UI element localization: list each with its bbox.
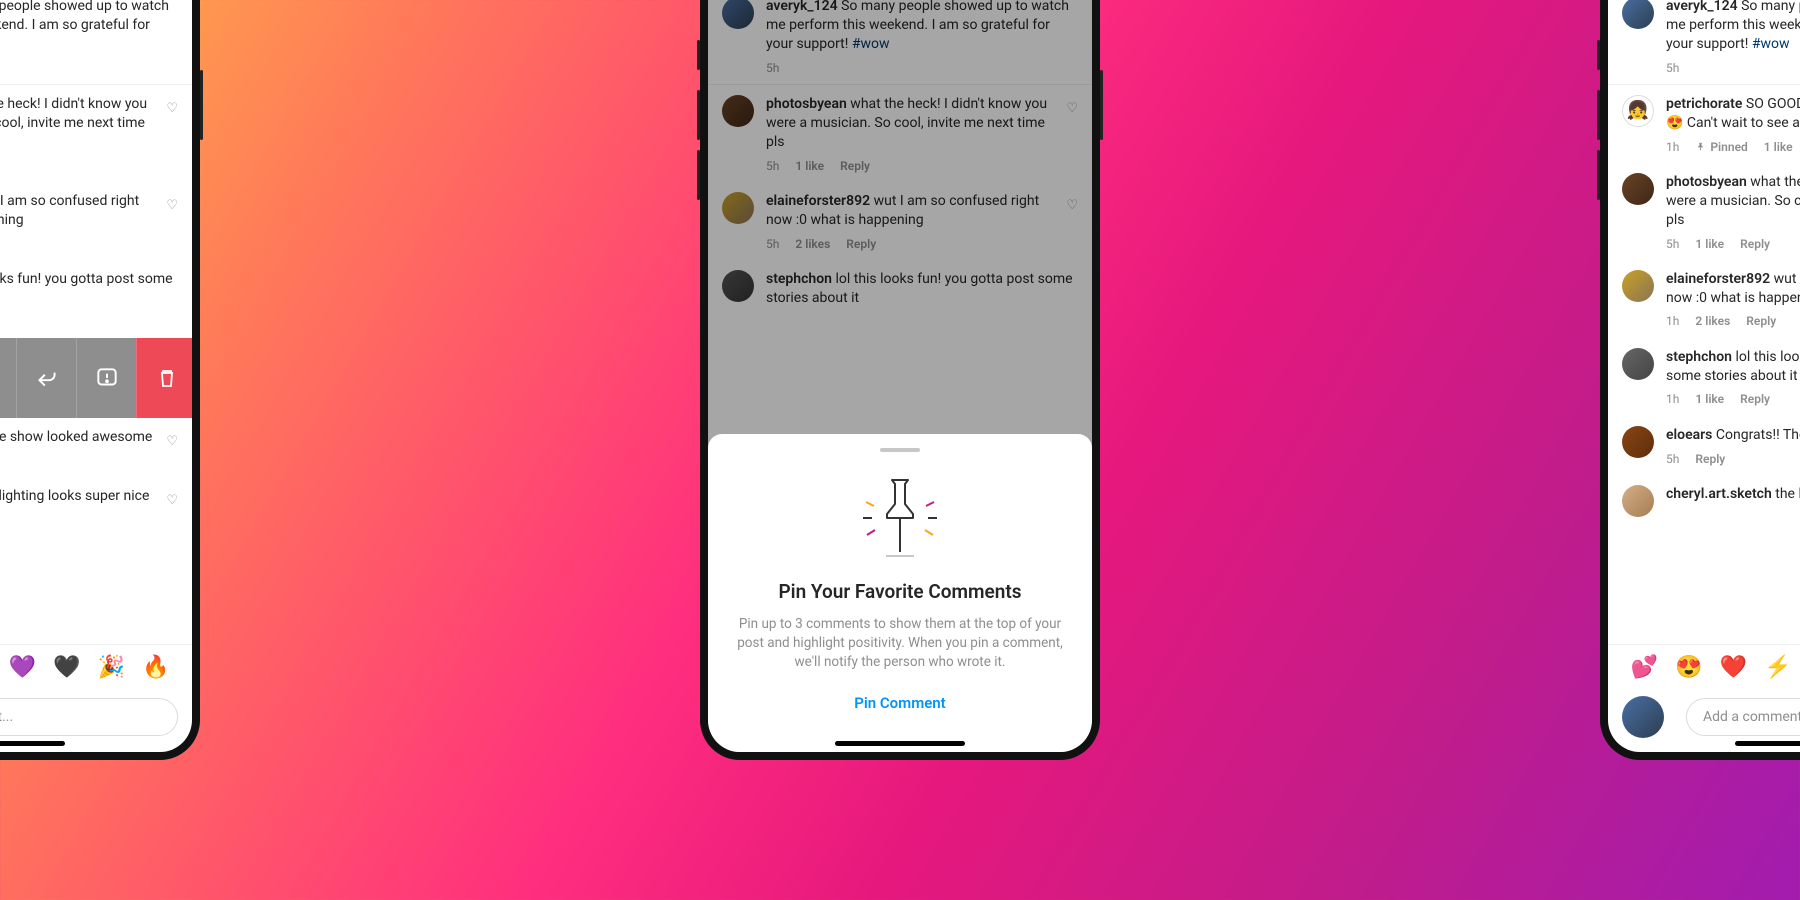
- comment-row[interactable]: eloears Congrats!! The show looked aweso…: [1608, 416, 1800, 475]
- emoji-shortcut[interactable]: 💜: [9, 655, 36, 680]
- avatar[interactable]: [1622, 485, 1654, 517]
- delete-action-icon[interactable]: [136, 338, 192, 418]
- comment-text: Congrats!! The show looked awesome: [0, 429, 152, 445]
- reply-action-icon[interactable]: [16, 338, 76, 418]
- emoji-shortcut[interactable]: 🖤: [53, 655, 80, 680]
- avatar[interactable]: [1622, 173, 1654, 205]
- comment-text: wut I am so confused right now :0 what i…: [0, 193, 139, 228]
- home-indicator[interactable]: [0, 741, 65, 746]
- reply-button[interactable]: Reply: [1740, 391, 1770, 407]
- comment-text: lol this looks fun! you gotta post some …: [0, 271, 173, 306]
- avatar[interactable]: [1622, 696, 1664, 738]
- comments-feed[interactable]: averyk_124 So many people showed up to w…: [0, 0, 192, 644]
- phone-mockup-2: ‹ Comments averyk_124 So many people sho…: [700, 0, 1100, 760]
- post-caption: averyk_124 So many people showed up to w…: [1608, 0, 1800, 85]
- comment-time: 1h: [1666, 139, 1679, 155]
- comment-likes[interactable]: 1 like: [1695, 236, 1724, 252]
- phone-mockup-1: ‹ Comments averyk_124 So many people sho…: [0, 0, 200, 760]
- avatar[interactable]: 👧: [1622, 95, 1654, 127]
- comment-username[interactable]: stephchon: [1666, 349, 1732, 365]
- avatar[interactable]: [1622, 426, 1654, 458]
- avatar[interactable]: [1622, 270, 1654, 302]
- comment-row[interactable]: stephchon lol this looks fun! you gotta …: [1608, 338, 1800, 416]
- caption-hashtag[interactable]: #wow: [1752, 36, 1790, 52]
- pinned-badge: Pinned: [1695, 139, 1747, 155]
- pin-comment-button[interactable]: Pin Comment: [732, 694, 1068, 712]
- comment-row[interactable]: cheryl.art.sketch the lighting looks sup…: [0, 477, 192, 527]
- comment-time: 5h: [1666, 236, 1679, 252]
- comment-row-swiped[interactable]: any props show ♡: [0, 338, 192, 418]
- caption-username[interactable]: averyk_124: [1666, 0, 1738, 14]
- pin-comment-sheet: Pin Your Favorite Comments Pin up to 3 c…: [708, 434, 1092, 752]
- emoji-shortcut-bar: 💕 😍 ❤️ ⚡ 💜 🖤 🎉 🔥: [0, 644, 192, 688]
- pin-action-icon[interactable]: [0, 338, 16, 418]
- post-caption: averyk_124 So many people showed up to w…: [0, 0, 192, 85]
- comment-time: 1h: [1666, 391, 1679, 407]
- emoji-shortcut[interactable]: ⚡: [1764, 655, 1791, 680]
- comment-row[interactable]: eloears Congrats!! The show looked aweso…: [0, 418, 192, 477]
- home-indicator[interactable]: [835, 741, 965, 746]
- like-icon[interactable]: ♡: [166, 198, 178, 213]
- comment-username[interactable]: petrichorate: [1666, 96, 1742, 112]
- reply-button[interactable]: Reply: [1746, 313, 1776, 329]
- like-icon[interactable]: ♡: [166, 493, 178, 508]
- phone-mockup-3: ‹ Comments averyk_124 So many people sho…: [1600, 0, 1800, 760]
- emoji-shortcut[interactable]: 😍: [1675, 655, 1702, 680]
- sheet-title: Pin Your Favorite Comments: [732, 580, 1068, 603]
- sheet-body: Pin up to 3 comments to show them at the…: [732, 615, 1068, 672]
- reply-button[interactable]: Reply: [1695, 451, 1725, 467]
- comment-username[interactable]: eloears: [1666, 427, 1712, 443]
- emoji-shortcut[interactable]: 🔥: [142, 655, 169, 680]
- comment-text: what the heck! I didn't know you were a …: [0, 96, 147, 150]
- comment-time: 1h: [1666, 313, 1679, 329]
- report-action-icon[interactable]: [76, 338, 136, 418]
- comments-feed[interactable]: averyk_124 So many people showed up to w…: [1608, 0, 1800, 644]
- emoji-shortcut[interactable]: 💕: [1631, 655, 1658, 680]
- comment-username[interactable]: photosbyean: [1666, 174, 1747, 190]
- comment-row-pinned[interactable]: 👧 petrichorate SO GOOD! So many props ha…: [1608, 85, 1800, 163]
- home-indicator[interactable]: [1735, 741, 1800, 746]
- swipe-action-bar: [0, 338, 192, 418]
- comment-row[interactable]: elaineforster892 wut I am so confused ri…: [1608, 260, 1800, 338]
- comment-input[interactable]: Add a comment...: [0, 698, 178, 736]
- comment-username[interactable]: cheryl.art.sketch: [1666, 486, 1772, 502]
- like-icon[interactable]: ♡: [166, 101, 178, 116]
- emoji-shortcut[interactable]: ❤️: [1720, 655, 1747, 680]
- comment-text: the lighting looks super nice: [1775, 486, 1800, 502]
- comment-row[interactable]: photosbyean what the heck! I didn't know…: [0, 85, 192, 182]
- pin-illustration-icon: [850, 472, 950, 562]
- comment-likes[interactable]: 1 like: [1764, 139, 1793, 155]
- comment-row[interactable]: stephchon lol this looks fun! you gotta …: [0, 260, 192, 338]
- emoji-shortcut-bar: 💕 😍 ❤️ ⚡ 💜 🖤 🎉 🔥: [1608, 644, 1800, 688]
- avatar[interactable]: [1622, 0, 1654, 29]
- comment-likes[interactable]: 1 like: [1695, 391, 1724, 407]
- comment-likes[interactable]: 2 likes: [1695, 313, 1730, 329]
- comment-username[interactable]: elaineforster892: [1666, 271, 1770, 287]
- comment-input[interactable]: Add a comment...: [1686, 698, 1800, 736]
- comment-row[interactable]: elaineforster892 wut I am so confused ri…: [0, 182, 192, 260]
- avatar[interactable]: [1622, 348, 1654, 380]
- comment-row[interactable]: cheryl.art.sketch the lighting looks sup…: [1608, 475, 1800, 525]
- comment-text: Congrats!! The show looked awesome: [1716, 427, 1800, 443]
- comment-time: 5h: [1666, 451, 1679, 467]
- reply-button[interactable]: Reply: [1740, 236, 1770, 252]
- comment-text: the lighting looks super nice: [0, 488, 149, 504]
- like-icon[interactable]: ♡: [166, 434, 178, 449]
- caption-text: So many people showed up to watch me per…: [0, 0, 169, 52]
- sheet-grabber[interactable]: [880, 448, 920, 452]
- comment-row[interactable]: photosbyean what the heck! I didn't know…: [1608, 163, 1800, 260]
- caption-time: 5h: [1666, 60, 1679, 76]
- emoji-shortcut[interactable]: 🎉: [98, 655, 125, 680]
